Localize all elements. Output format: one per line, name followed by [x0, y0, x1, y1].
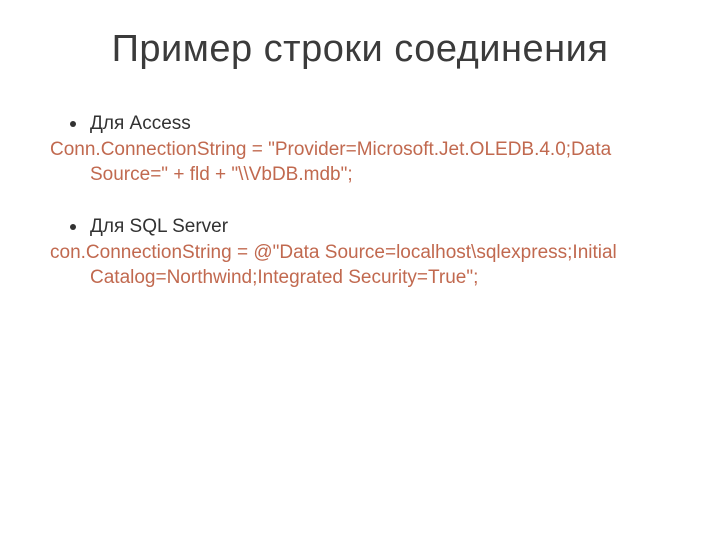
bullet-icon: [70, 224, 76, 230]
bullet-item: Для Access: [70, 111, 670, 137]
slide-title: Пример строки соединения: [50, 28, 670, 71]
slide-container: Пример строки соединения Для Access Conn…: [0, 0, 720, 540]
code-block-sqlserver: con.ConnectionString = @"Data Source=loc…: [50, 240, 670, 291]
bullet-label: Для SQL Server: [90, 214, 670, 240]
code-block-access: Conn.ConnectionString = "Provider=Micros…: [50, 137, 670, 188]
bullet-label: Для Access: [90, 111, 670, 137]
bullet-icon: [70, 121, 76, 127]
slide-content: Для Access Conn.ConnectionString = "Prov…: [50, 111, 670, 291]
bullet-item: Для SQL Server: [70, 214, 670, 240]
